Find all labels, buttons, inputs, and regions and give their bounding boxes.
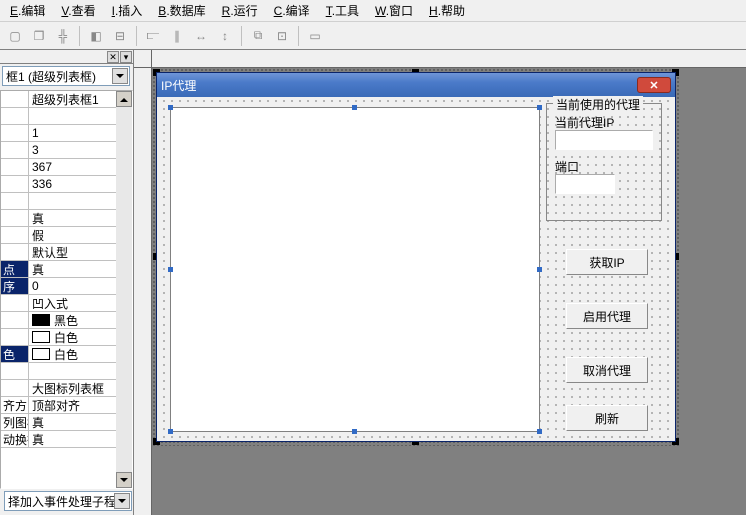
menu-insert[interactable]: I.插入 [104,0,151,22]
tool-11[interactable]: ⊡ [271,25,293,47]
tool-8[interactable]: ↔ [190,25,212,47]
tool-7[interactable]: ∥ [166,25,188,47]
object-selector-combo[interactable]: 框1 (超级列表框) [2,66,130,86]
property-row[interactable]: 3 [1,142,132,159]
property-label: 齐方 [1,397,29,413]
tool-9[interactable]: ↕ [214,25,236,47]
property-label: 动换行 [1,431,29,447]
ruler-vertical [134,68,152,515]
chevron-down-icon[interactable] [114,493,130,509]
property-row[interactable]: 白色 [1,329,132,346]
panel-dropdown-icon[interactable]: ▾ [120,51,132,63]
panel-header: ✕ ▾ [0,50,133,64]
property-label: 列图标 [1,414,29,430]
property-label [1,91,29,107]
property-label [1,312,29,328]
form-window[interactable]: IP代理 ✕ 当前使用的代理 当前代理IP 端口 获取IP 启用代理 [156,72,676,442]
scroll-up[interactable] [116,91,132,107]
property-label [1,295,29,311]
menu-bar: E.编辑 V.查看 I.插入 B.数据库 R.运行 C.编译 T.工具 W.窗口… [0,0,746,22]
label-ip: 当前代理IP [555,114,614,131]
property-row[interactable]: 假 [1,227,132,244]
property-label: 序 [1,278,29,294]
property-row[interactable]: 默认型 [1,244,132,261]
form-selection[interactable]: IP代理 ✕ 当前使用的代理 当前代理IP 端口 获取IP 启用代理 [156,72,676,442]
property-label [1,380,29,396]
menu-run[interactable]: R.运行 [214,0,266,22]
menu-help[interactable]: H.帮助 [421,0,473,22]
property-row[interactable]: 凹入式 [1,295,132,312]
menu-database[interactable]: B.数据库 [150,0,213,22]
scroll-down[interactable] [116,472,132,488]
tool-4[interactable]: ◧ [85,25,107,47]
group-title: 当前使用的代理 [553,96,643,113]
property-row[interactable]: 列图标真 [1,414,132,431]
property-row[interactable] [1,363,132,380]
property-label [1,363,29,379]
property-row[interactable]: 黑色 [1,312,132,329]
property-label [1,108,29,124]
window-title: IP代理 [161,77,196,94]
property-label [1,244,29,260]
current-proxy-group: 当前使用的代理 当前代理IP 端口 [546,103,662,221]
property-row[interactable]: 真 [1,210,132,227]
form-body[interactable]: 当前使用的代理 当前代理IP 端口 获取IP 启用代理 取消代理 刷新 [160,97,672,438]
refresh-button[interactable]: 刷新 [566,405,648,431]
property-row[interactable] [1,193,132,210]
panel-close-icon[interactable]: ✕ [107,51,119,63]
menu-window[interactable]: W.窗口 [367,0,421,22]
input-ip[interactable] [555,130,653,150]
property-row[interactable]: 齐方顶部对齐 [1,397,132,414]
tool-10[interactable]: ⧉ [247,25,269,47]
disable-proxy-button[interactable]: 取消代理 [566,357,648,383]
property-label [1,142,29,158]
property-label [1,176,29,192]
menu-view[interactable]: V.查看 [53,0,103,22]
get-ip-button[interactable]: 获取IP [566,249,648,275]
ip-list-box[interactable] [170,107,540,432]
input-port[interactable] [555,174,615,194]
property-label [1,193,29,209]
property-label [1,210,29,226]
close-button[interactable]: ✕ [637,77,671,93]
title-bar[interactable]: IP代理 ✕ [157,73,675,97]
tool-5[interactable]: ⊟ [109,25,131,47]
events-combo-value: 择加入事件处理子程 [8,493,116,510]
property-label [1,227,29,243]
property-row[interactable]: 367 [1,159,132,176]
property-row[interactable]: 大图标列表框 [1,380,132,397]
object-selector-value: 框1 (超级列表框) [6,68,96,85]
design-area: IP代理 ✕ 当前使用的代理 当前代理IP 端口 获取IP 启用代理 [134,50,746,515]
property-row[interactable]: 超级列表框1 [1,91,132,108]
events-combo[interactable]: 择加入事件处理子程 [4,491,132,511]
menu-tools[interactable]: T.工具 [318,0,367,22]
properties-panel: ✕ ▾ 框1 (超级列表框) 超级列表框1 13367336 真假默认型点真序0凹入… [0,50,134,515]
label-port: 端口 [555,158,579,175]
property-label: 色 [1,346,29,362]
menu-compile[interactable]: C.编译 [266,0,318,22]
property-row[interactable]: 1 [1,125,132,142]
property-row[interactable]: 色白色 [1,346,132,363]
toolbar: ▢ ❐ ╬ ◧ ⊟ ⫍ ∥ ↔ ↕ ⧉ ⊡ ▭ [0,22,746,50]
property-label [1,329,29,345]
property-row[interactable]: 序0 [1,278,132,295]
tool-12[interactable]: ▭ [304,25,326,47]
property-row[interactable]: 动换行真 [1,431,132,448]
ruler-corner [134,50,152,68]
enable-proxy-button[interactable]: 启用代理 [566,303,648,329]
property-row[interactable]: 336 [1,176,132,193]
property-row[interactable]: 点真 [1,261,132,278]
ruler-horizontal [152,50,746,68]
tool-1[interactable]: ▢ [4,25,26,47]
property-label [1,159,29,175]
tool-2[interactable]: ❐ [28,25,50,47]
tool-3[interactable]: ╬ [52,25,74,47]
property-row[interactable] [1,108,132,125]
tool-6[interactable]: ⫍ [142,25,164,47]
property-label: 点 [1,261,29,277]
property-grid: 超级列表框1 13367336 真假默认型点真序0凹入式黑色白色色白色大图标列表框齐… [0,90,133,489]
menu-edit[interactable]: E.编辑 [2,0,53,22]
chevron-down-icon[interactable] [112,68,128,84]
property-label [1,125,29,141]
